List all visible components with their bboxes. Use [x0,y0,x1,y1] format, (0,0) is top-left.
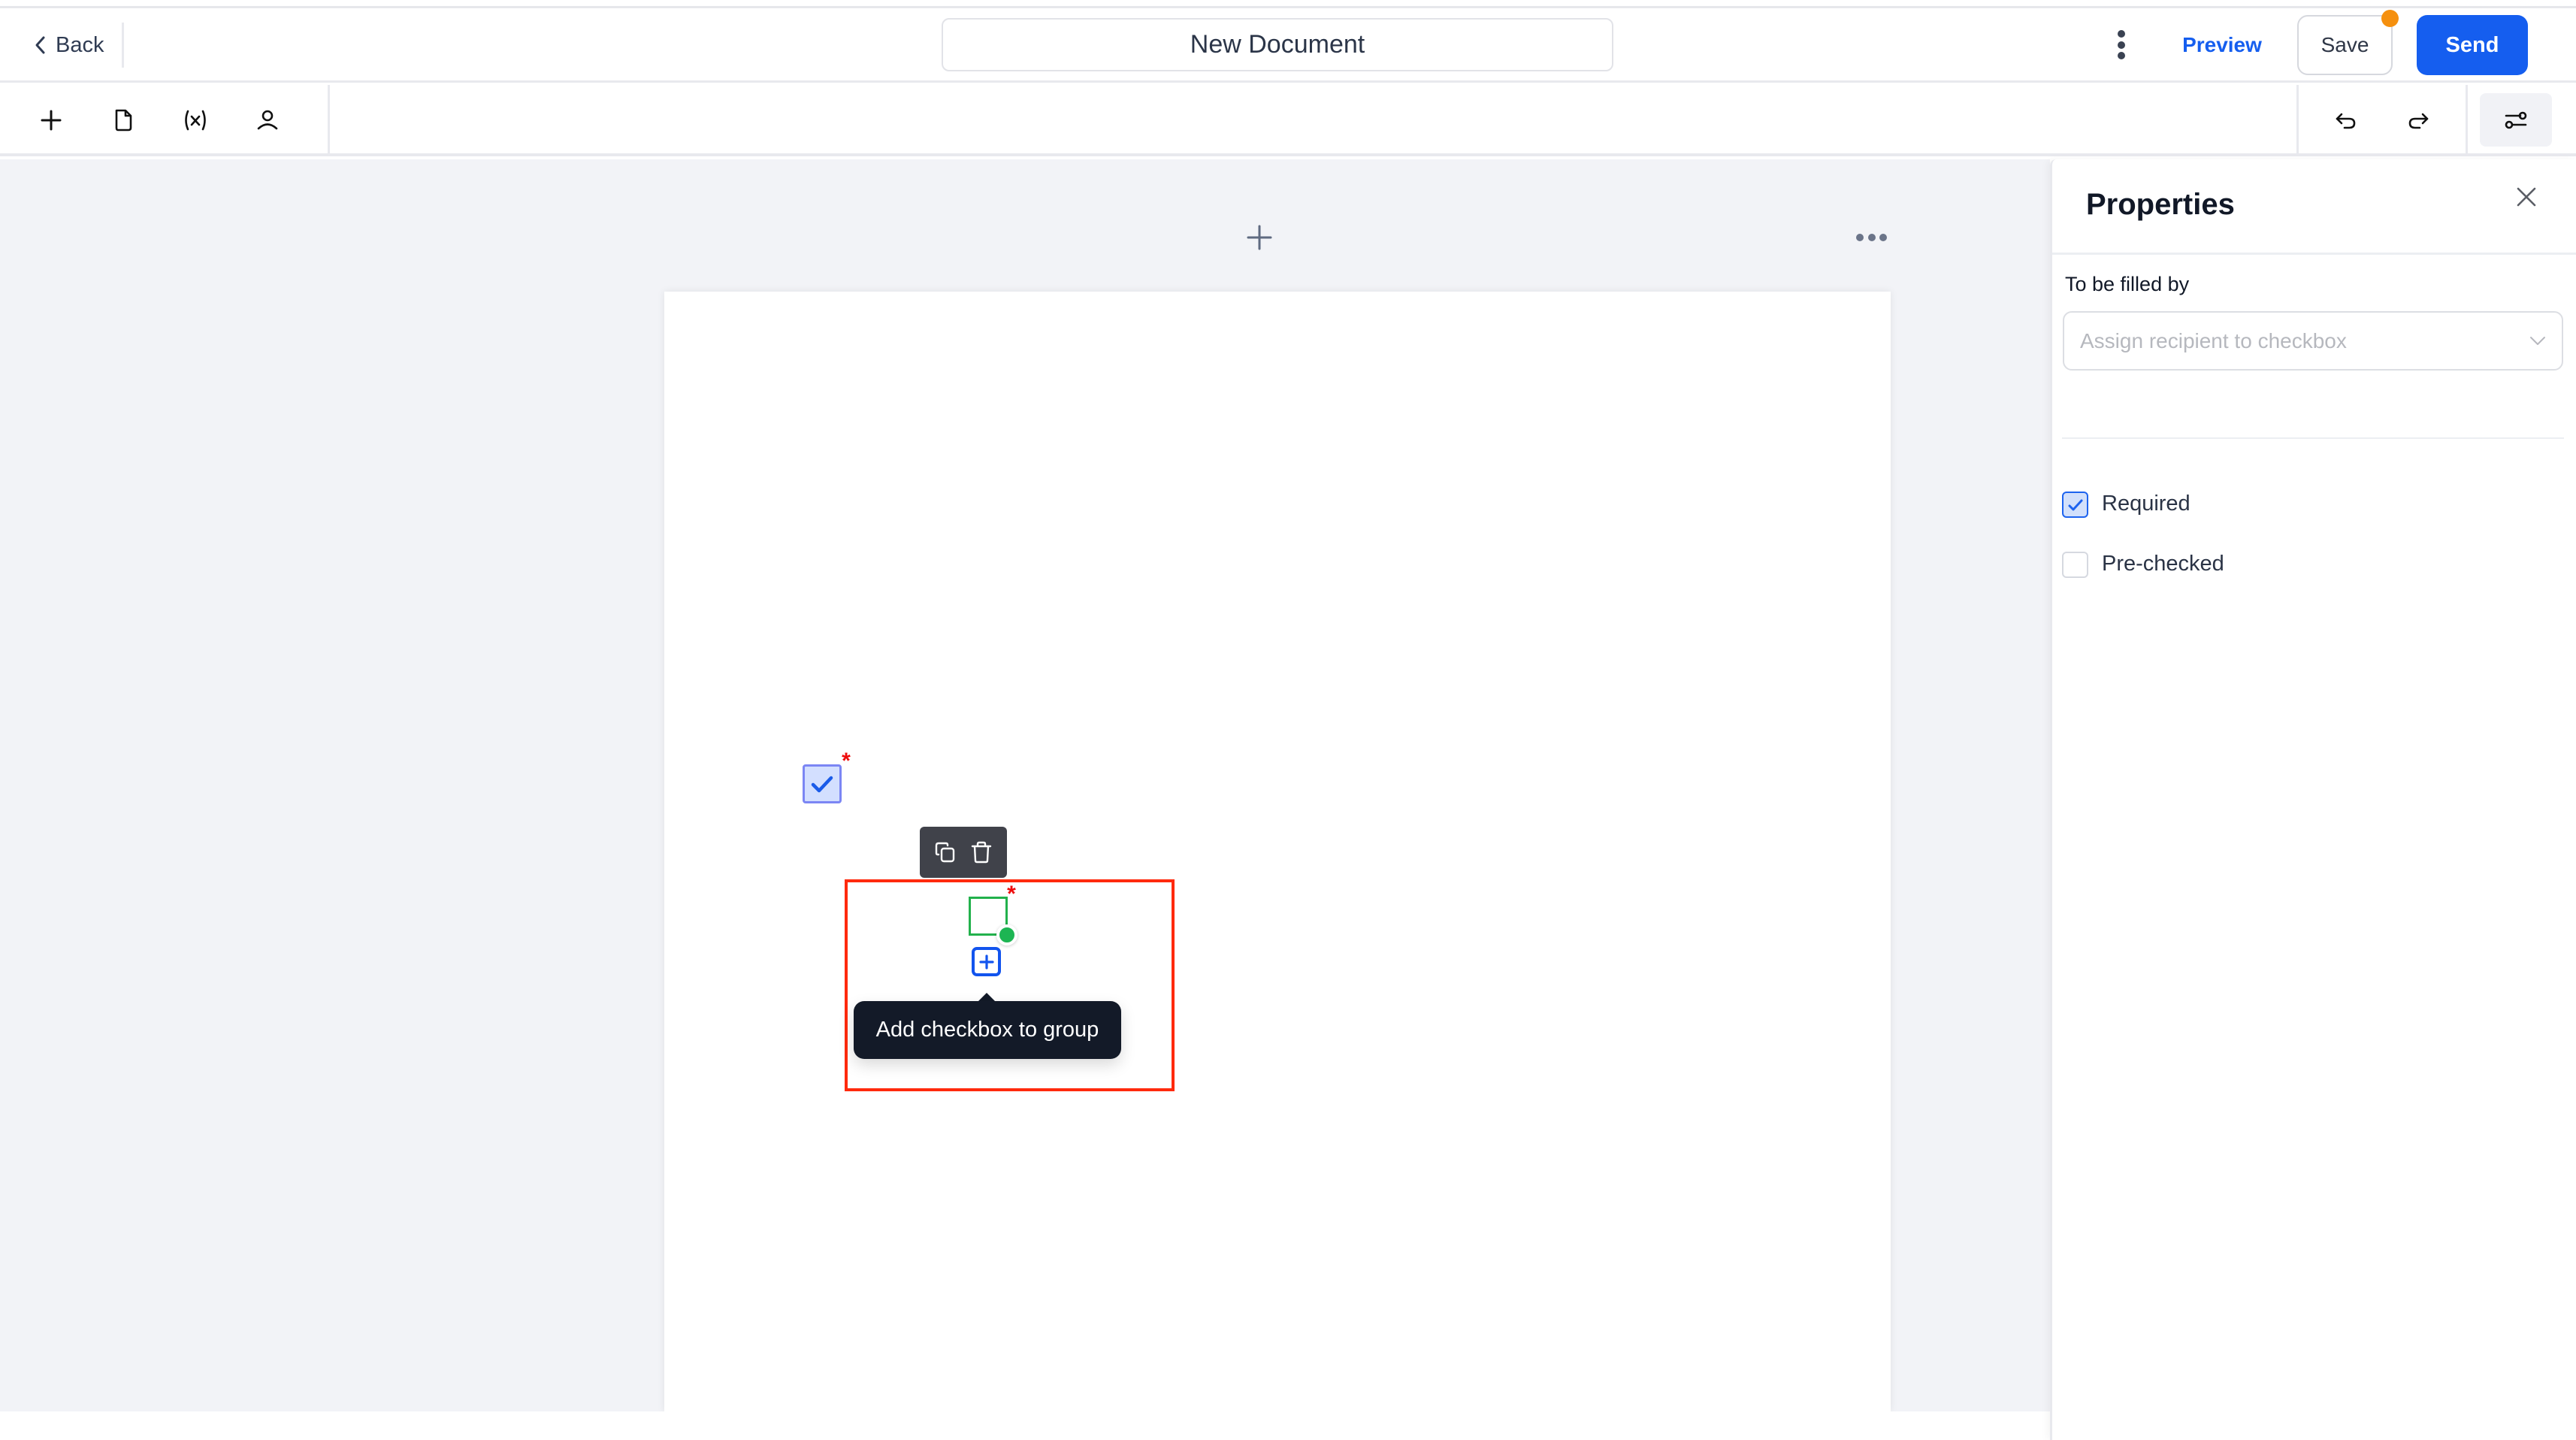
variable-icon [185,110,206,131]
chevron-left-icon [35,36,45,54]
required-marker: * [1007,882,1016,906]
recipient-placeholder: Assign recipient to checkbox [2080,329,2347,352]
preview-label: Preview [2182,33,2262,56]
toolbar-divider [328,85,330,156]
copy-icon [935,842,955,863]
back-button[interactable]: Back [33,29,104,62]
required-marker: * [842,749,851,773]
checkmark-icon [811,776,833,793]
send-label: Send [2445,32,2499,57]
kebab-dot [2118,41,2125,49]
settings-sliders-icon [2505,111,2527,129]
document-title-input[interactable]: New Document [942,18,1613,71]
save-label: Save [2321,33,2369,56]
required-checkbox[interactable] [2062,492,2088,518]
footer-strip [0,1411,2050,1440]
required-label: Required [2102,492,2191,516]
close-panel-button[interactable] [2514,185,2538,209]
send-button[interactable]: Send [2417,15,2528,75]
ellipsis-icon [1856,234,1864,241]
add-checkbox-to-group-button[interactable] [972,947,1001,976]
ellipsis-icon [1879,234,1887,241]
document-title: New Document [1190,30,1365,59]
field-actions-toolbar [920,827,1007,878]
redo-icon [2408,113,2429,129]
page-menu-button[interactable] [1850,225,1894,250]
prechecked-checkbox[interactable] [2062,552,2088,578]
panel-title: Properties [2086,188,2235,221]
tooltip: Add checkbox to group [854,1001,1121,1059]
document-page[interactable] [664,292,1891,1411]
ellipsis-icon [1868,234,1876,241]
chevron-down-icon [2528,331,2547,350]
person-icon [257,110,278,130]
preview-button[interactable]: Preview [2178,27,2266,63]
checkbox-group-selection[interactable] [845,879,1175,1091]
trash-icon [971,841,992,864]
toolbar-divider [2296,85,2299,156]
add-field-button[interactable] [32,101,71,140]
back-label: Back [56,32,104,57]
duplicate-field-button[interactable] [931,837,960,867]
recipients-button[interactable] [248,101,287,140]
divider [122,23,124,68]
plus-icon [1247,225,1272,250]
delete-field-button[interactable] [967,837,996,867]
kebab-dot [2118,52,2125,59]
save-button[interactable]: Save [2297,15,2393,75]
settings-button[interactable] [2480,93,2552,147]
unsaved-changes-dot [2381,10,2399,27]
divider [2062,437,2564,439]
divider [2052,253,2576,255]
kebab-dot [2118,30,2125,38]
close-icon [2517,187,2536,207]
filled-by-label: To be filled by [2065,273,2190,295]
undo-icon [2336,113,2356,129]
assigned-status-dot [996,924,1017,945]
document-button[interactable] [104,101,143,140]
add-page-button[interactable] [1243,221,1276,254]
editor-toolbar [0,85,2576,156]
plus-icon [978,954,994,970]
toolbar-divider [2466,85,2468,156]
redo-button[interactable] [2399,101,2438,140]
prechecked-label: Pre-checked [2102,552,2224,576]
document-icon [115,109,132,132]
checkbox-field-checked[interactable] [803,764,842,803]
tooltip-text: Add checkbox to group [875,1018,1099,1042]
variables-button[interactable] [176,101,215,140]
plus-icon [41,110,62,131]
checkmark-icon [2068,499,2082,510]
undo-button[interactable] [2327,101,2366,140]
more-options-button[interactable] [2112,27,2131,63]
